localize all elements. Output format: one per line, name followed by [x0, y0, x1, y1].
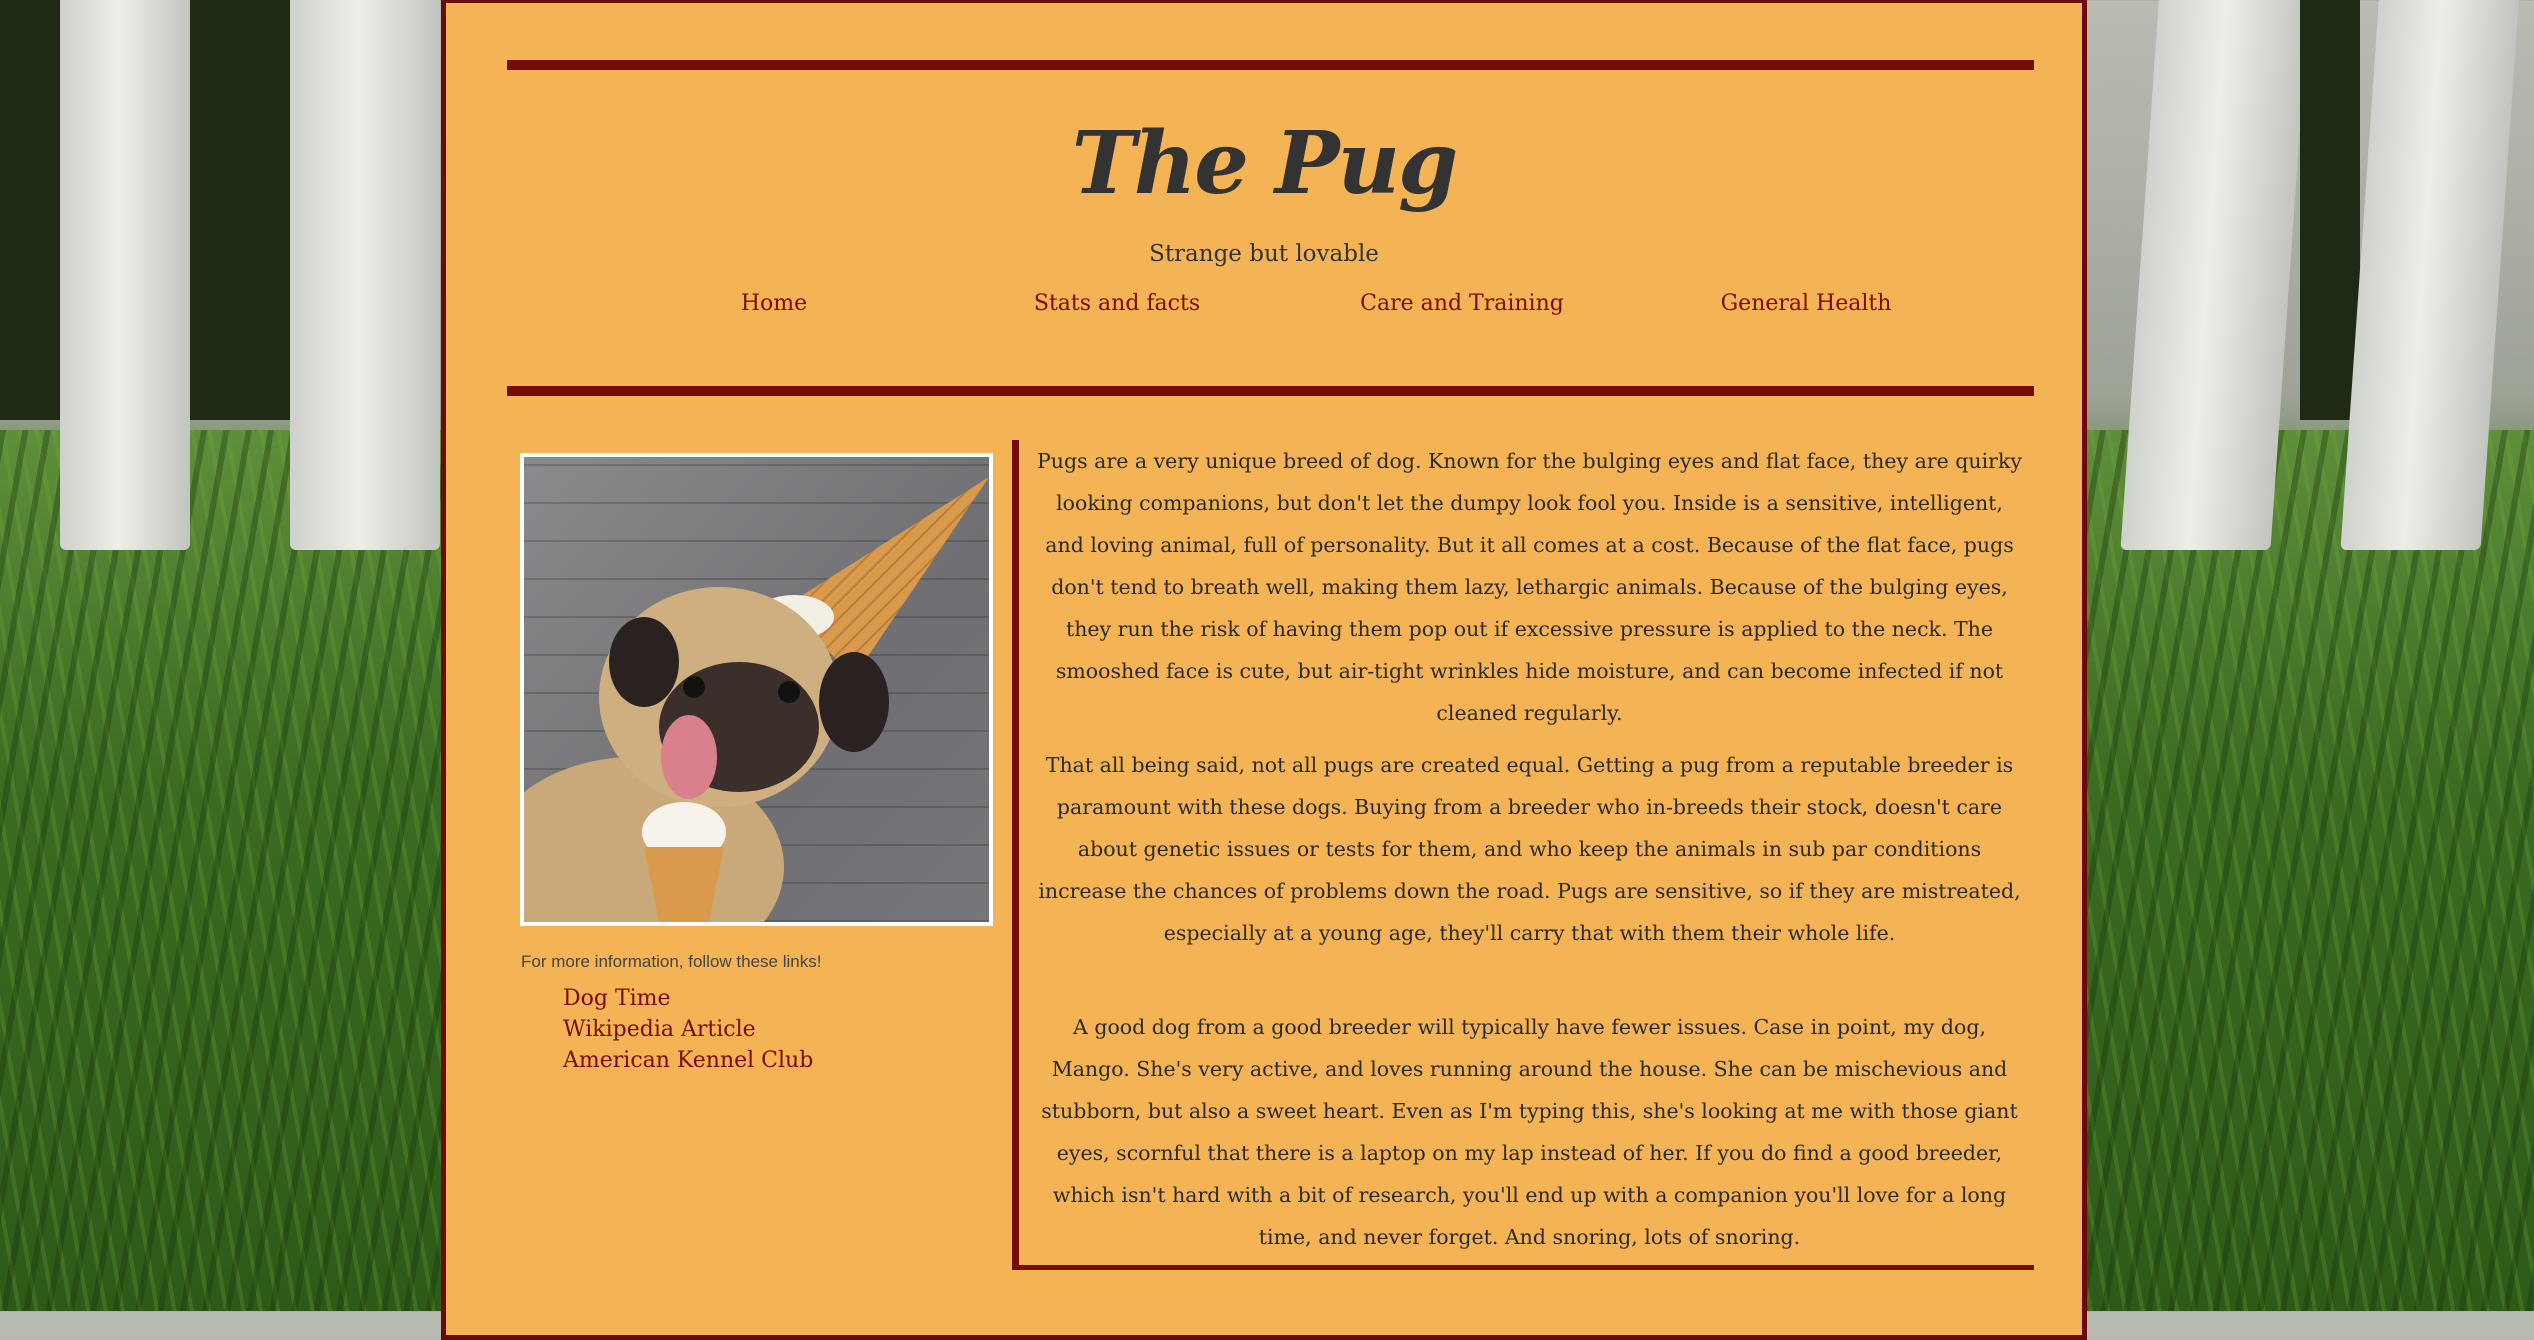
list-item: American Kennel Club — [563, 1045, 813, 1076]
content-paragraph-2: That all being said, not all pugs are cr… — [1038, 753, 2021, 945]
nav-link-stats-and-facts[interactable]: Stats and facts — [1034, 291, 1200, 316]
site-title: The Pug — [1071, 113, 1459, 214]
list-item: Dog Time — [563, 983, 813, 1014]
nav-link-care-and-training[interactable]: Care and Training — [1360, 291, 1564, 316]
page-container: The Pug Strange but lovable Home Stats a… — [441, 0, 2087, 1340]
header-bottom-rule — [507, 386, 2034, 396]
fence-post — [290, 0, 440, 550]
content-paragraph-3: A good dog from a good breeder will typi… — [1041, 1015, 2018, 1249]
fence-shadow — [0, 0, 60, 420]
link-american-kennel-club[interactable]: American Kennel Club — [563, 1048, 813, 1073]
header-top-rule — [507, 60, 2034, 70]
nav-link-general-health[interactable]: General Health — [1721, 291, 1892, 316]
link-wikipedia-article[interactable]: Wikipedia Article — [563, 1017, 756, 1042]
fence-post — [60, 0, 190, 550]
pug-photo — [520, 453, 993, 926]
site-subtitle: Strange but lovable — [1149, 241, 1379, 267]
pug-illustration — [524, 477, 989, 922]
fence-shadow — [190, 0, 290, 420]
resource-links: Dog Time Wikipedia Article American Kenn… — [563, 983, 813, 1076]
main-nav: Home Stats and facts Care and Training G… — [446, 291, 2082, 321]
nav-link-home[interactable]: Home — [741, 291, 807, 316]
content-paragraph-1: Pugs are a very unique breed of dog. Kno… — [1037, 449, 2022, 725]
main-content: Pugs are a very unique breed of dog. Kno… — [1012, 440, 2034, 1270]
fence-shadow — [2300, 0, 2360, 420]
list-item: Wikipedia Article — [563, 1014, 813, 1045]
more-info-text: For more information, follow these links… — [521, 952, 822, 971]
link-dog-time[interactable]: Dog Time — [563, 986, 671, 1011]
